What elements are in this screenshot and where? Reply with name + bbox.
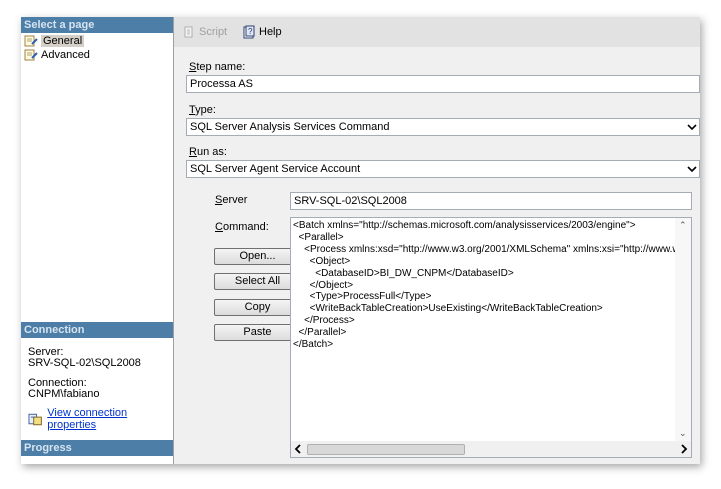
- select-all-button[interactable]: Select All: [214, 273, 301, 290]
- step-name-label-text: tep name:: [196, 61, 246, 73]
- connection-header: Connection: [21, 322, 173, 338]
- run-as-label-text: un as:: [196, 146, 227, 158]
- connection-value: CNPM\fabiano: [28, 388, 100, 400]
- job-step-properties-window: Select a page General Advanced Connectio…: [21, 17, 700, 464]
- server-input[interactable]: SRV-SQL-02\SQL2008: [290, 192, 692, 210]
- run-as-label: Run as:: [189, 146, 227, 158]
- server-label-text: erver: [222, 194, 248, 206]
- select-page-header: Select a page: [21, 17, 173, 33]
- paste-button[interactable]: Paste: [214, 324, 301, 341]
- open-button[interactable]: Open...: [214, 248, 301, 265]
- command-mnemonic: C: [215, 221, 223, 233]
- toolbar: Script ? Help: [174, 17, 700, 47]
- run-as-mnemonic: R: [189, 146, 197, 158]
- scroll-left-icon[interactable]: [294, 444, 302, 454]
- page-wrench-icon: [24, 49, 38, 61]
- type-select-value: SQL Server Analysis Services Command: [190, 121, 390, 133]
- type-select[interactable]: SQL Server Analysis Services Command: [186, 118, 700, 136]
- scroll-down-icon[interactable]: ⌄: [679, 428, 687, 439]
- step-name-label: Step name:: [189, 61, 245, 73]
- view-connection-properties-label: View connection properties: [47, 407, 128, 431]
- scroll-up-icon[interactable]: ⌃: [679, 220, 687, 231]
- view-connection-properties-link[interactable]: View connection properties: [28, 407, 173, 431]
- run-as-select-value: SQL Server Agent Service Account: [190, 163, 361, 175]
- connection-properties-icon: [28, 413, 42, 425]
- left-pane: Select a page General Advanced Connectio…: [21, 17, 174, 464]
- page-item-general[interactable]: General: [24, 34, 85, 48]
- command-text: <Batch xmlns="http://schemas.microsoft.c…: [293, 220, 692, 351]
- page-wrench-icon: [24, 35, 38, 47]
- help-label: Help: [259, 26, 282, 38]
- script-button[interactable]: Script: [182, 25, 227, 39]
- command-label-text: ommand:: [222, 221, 269, 233]
- horizontal-scroll-thumb[interactable]: [307, 444, 465, 455]
- server-field-label: Server: [215, 194, 247, 206]
- command-label: Command:: [215, 221, 269, 233]
- horizontal-scrollbar[interactable]: [291, 441, 691, 457]
- command-textarea[interactable]: <Batch xmlns="http://schemas.microsoft.c…: [290, 217, 692, 458]
- right-pane: Script ? Help Step name: Processa AS Typ…: [174, 17, 700, 464]
- copy-button[interactable]: Copy: [214, 299, 301, 316]
- progress-header: Progress: [21, 440, 173, 456]
- run-as-select[interactable]: SQL Server Agent Service Account: [186, 160, 700, 178]
- type-label: Type:: [189, 104, 216, 116]
- page-item-label: General: [41, 35, 85, 47]
- step-name-input[interactable]: Processa AS: [186, 75, 700, 93]
- chevron-down-icon: [687, 124, 697, 131]
- server-value: SRV-SQL-02\SQL2008: [28, 357, 141, 369]
- page-item-label: Advanced: [41, 49, 90, 61]
- vertical-scrollbar[interactable]: ⌃ ⌄: [675, 218, 691, 441]
- script-icon: [184, 26, 193, 38]
- svg-text:?: ?: [248, 27, 253, 36]
- script-label: Script: [199, 26, 228, 38]
- scroll-right-icon[interactable]: [680, 444, 688, 454]
- help-book-icon: ?: [243, 25, 255, 39]
- type-label-text: ype:: [195, 104, 216, 116]
- help-button[interactable]: ? Help: [242, 25, 282, 39]
- chevron-down-icon: [687, 166, 697, 173]
- page-item-advanced[interactable]: Advanced: [24, 48, 90, 62]
